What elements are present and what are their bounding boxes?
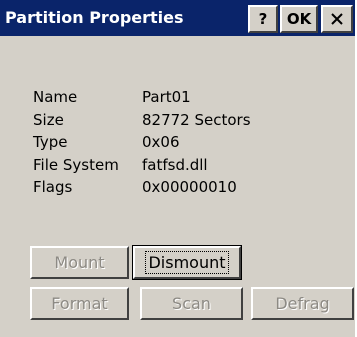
property-value: 82772 Sectors	[142, 110, 251, 129]
title-bar: Partition Properties ? OK	[0, 0, 355, 36]
mount-button-label: Mount	[54, 253, 105, 272]
focus-indicator: Dismount	[145, 251, 229, 274]
property-label: Name	[33, 88, 78, 106]
format-button-label: Format	[51, 294, 108, 313]
property-label: File System	[33, 155, 119, 174]
property-value: 0x00000010	[142, 178, 237, 196]
scan-button-label: Scan	[172, 294, 211, 313]
defrag-button[interactable]: Defrag	[251, 287, 354, 320]
properties-list: Name Part01 Size 82772 Sectors Type 0x06 Fi…	[33, 86, 251, 199]
defrag-button-label: Defrag	[275, 294, 330, 313]
property-value: fatfsd.dll	[142, 155, 208, 174]
format-button[interactable]: Format	[30, 287, 129, 320]
property-value: Part01	[142, 88, 191, 106]
dialog-title: Partition Properties	[5, 8, 184, 27]
mount-button[interactable]: Mount	[30, 246, 129, 279]
property-row-flags: Flags 0x00000010	[33, 176, 251, 199]
ok-button[interactable]: OK	[280, 5, 318, 33]
dismount-button-label: Dismount	[148, 253, 226, 272]
property-row-file-system: File System fatfsd.dll	[33, 154, 251, 177]
close-icon	[331, 13, 343, 25]
scan-button[interactable]: Scan	[140, 287, 243, 320]
help-button[interactable]: ?	[248, 5, 278, 33]
property-label: Flags	[33, 178, 73, 196]
property-row-type: Type 0x06	[33, 131, 251, 154]
property-label: Type	[33, 133, 68, 151]
property-row-size: Size 82772 Sectors	[33, 109, 251, 132]
partition-properties-dialog: Partition Properties ? OK Name Part01 Siz…	[0, 0, 357, 337]
property-label: Size	[33, 110, 64, 129]
property-row-name: Name Part01	[33, 86, 251, 109]
property-value: 0x06	[142, 133, 180, 151]
dismount-button[interactable]: Dismount	[133, 246, 241, 279]
close-button[interactable]	[321, 5, 353, 33]
